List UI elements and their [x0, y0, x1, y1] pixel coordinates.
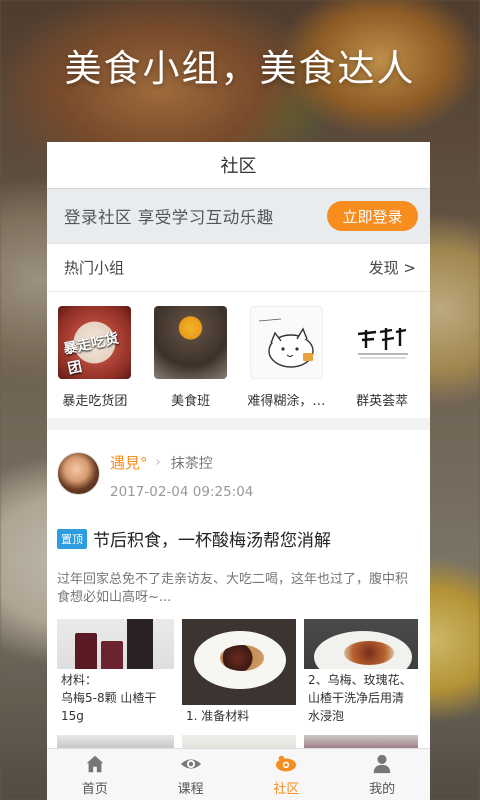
eye-icon	[180, 758, 201, 769]
calligraphy-logo-icon	[357, 328, 408, 359]
chevron-right-icon: ›	[155, 455, 161, 470]
post-title-row: 置顶 节后积食，一杯酸梅汤帮您消解	[47, 526, 430, 551]
group-item[interactable]: 难得糊涂，…	[239, 306, 335, 409]
login-banner: 登录社区 享受学习互动乐趣 立即登录	[47, 189, 430, 243]
tab-label: 社区	[273, 781, 300, 797]
hot-groups-section: 热门小组 发现 > 暴走吃货团 暴走吃货团 美食班 难得糊涂，… 群英荟萃	[47, 243, 430, 418]
page-header: 社区	[47, 142, 430, 189]
post-title[interactable]: 节后积食，一杯酸梅汤帮您消解	[93, 526, 331, 551]
photo-caption: 材料： 乌梅5-8颗 山楂干15g	[57, 669, 174, 729]
photo-caption: 2、乌梅、玫瑰花、山楂干洗净后用清水浸泡	[304, 669, 418, 729]
post-photo[interactable]: 1. 准备材料	[182, 619, 296, 729]
author-meta: 遇見° › 抹茶控 2017-02-04 09:25:04	[110, 452, 253, 526]
login-button[interactable]: 立即登录	[327, 201, 418, 231]
post-card[interactable]: 遇見° › 抹茶控 2017-02-04 09:25:04 置顶 节后积食，一杯…	[47, 430, 430, 800]
group-item[interactable]: 群英荟萃	[334, 306, 430, 409]
hero-title: 美食小组，美食达人	[64, 47, 416, 90]
post-photo[interactable]: 材料： 乌梅5-8颗 山楂干15g	[57, 619, 174, 729]
bottom-tab-bar: 首页 课程 社区 我的	[47, 748, 430, 800]
avatar[interactable]	[57, 452, 100, 495]
discover-link[interactable]: 发现 >	[369, 257, 416, 278]
profile-icon	[373, 754, 391, 773]
community-panel: 社区 登录社区 享受学习互动乐趣 立即登录 热门小组 发现 > 暴走吃货团 暴走…	[47, 142, 430, 800]
plate-shape	[194, 631, 286, 689]
group-list: 暴走吃货团 暴走吃货团 美食班 难得糊涂，… 群英荟萃	[47, 292, 430, 409]
home-icon	[86, 755, 104, 772]
author-name[interactable]: 遇見°	[110, 452, 148, 473]
pinned-badge: 置顶	[57, 528, 87, 549]
group-thumbnail: 暴走吃货团	[58, 306, 132, 379]
tab-label: 我的	[369, 781, 396, 797]
post-photo-grid: 材料： 乌梅5-8颗 山楂干15g 1. 准备材料 2、乌梅、玫瑰花、山楂干洗净…	[47, 609, 430, 729]
post-photo[interactable]: 2、乌梅、玫瑰花、山楂干洗净后用清水浸泡	[304, 619, 418, 729]
tab-profile[interactable]: 我的	[334, 749, 430, 800]
post-timestamp: 2017-02-04 09:25:04	[110, 484, 254, 500]
group-name: 暴走吃货团	[62, 394, 128, 409]
page-title: 社区	[220, 156, 257, 177]
group-name: 美食班	[171, 394, 211, 409]
community-icon	[276, 755, 297, 771]
group-thumbnail	[345, 306, 419, 379]
group-name: 群英荟萃	[356, 394, 409, 409]
cat-drawing-icon	[258, 318, 314, 368]
hot-groups-header: 热门小组 发现 >	[47, 244, 430, 292]
tab-label: 课程	[177, 781, 204, 797]
group-name: 难得糊涂，…	[247, 394, 326, 409]
post-group-name[interactable]: 抹茶控	[171, 453, 213, 473]
photo-caption: 1. 准备材料	[182, 705, 296, 729]
post-author-row: 遇見° › 抹茶控 2017-02-04 09:25:04	[47, 430, 430, 526]
tab-courses[interactable]: 课程	[143, 749, 239, 800]
post-excerpt: 过年回家总免不了走亲访友、大吃二喝，这年也过了，腹中积食想必如山高呀~...	[57, 572, 409, 605]
group-thumbnail	[154, 306, 228, 379]
group-thumbnail	[249, 306, 323, 379]
hot-groups-title: 热门小组	[64, 259, 125, 277]
group-item[interactable]: 暴走吃货团 暴走吃货团	[47, 306, 143, 409]
login-prompt: 登录社区 享受学习互动乐趣	[64, 208, 274, 227]
tab-community[interactable]: 社区	[239, 749, 335, 800]
group-logo-text: 暴走吃货团	[62, 330, 121, 378]
author-line: 遇見° › 抹茶控	[110, 452, 253, 473]
group-item[interactable]: 美食班	[143, 306, 239, 409]
tab-label: 首页	[81, 781, 108, 797]
tab-home[interactable]: 首页	[47, 749, 143, 800]
